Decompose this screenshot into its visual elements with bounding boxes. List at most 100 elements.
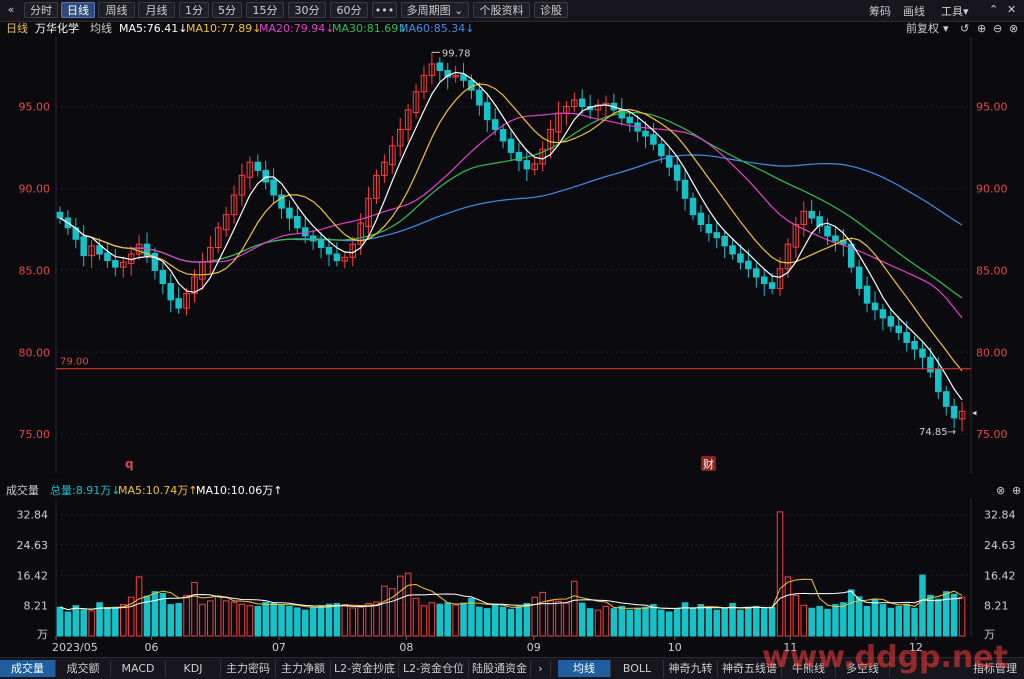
draw-button[interactable]: 画线 <box>903 3 925 19</box>
more-periods-button[interactable]: ••• <box>372 2 397 18</box>
volume-chart[interactable]: 32.84 32.8424.63 24.6316.42 16.428.21 8.21万万… <box>0 499 1024 656</box>
volume-bar <box>927 594 934 637</box>
volume-y-tick-left: 32.84 <box>17 509 49 522</box>
volume-close-icon[interactable]: ⊗ <box>996 482 1005 499</box>
volume-bar <box>301 609 309 637</box>
volume-bar <box>855 596 863 637</box>
volume-bar <box>507 608 515 637</box>
close-icon[interactable]: ✕ <box>1007 3 1016 16</box>
volume-bar <box>483 608 491 637</box>
volume-bar <box>539 591 546 637</box>
volume-bar <box>871 598 879 637</box>
collapse-icon[interactable]: ⌃ <box>989 3 998 16</box>
candle-body <box>919 348 926 358</box>
tab-yuexian[interactable]: 月线 <box>138 2 175 18</box>
candle-body <box>491 119 499 130</box>
tab-macd[interactable]: MACD <box>111 660 166 677</box>
volume-y-tick-left: 8.21 <box>24 600 49 613</box>
tab-60min[interactable]: 60分 <box>330 2 368 18</box>
candle-body <box>460 74 467 81</box>
volume-add-icon[interactable]: ⊕ <box>1012 482 1021 499</box>
back-button[interactable]: « <box>2 2 20 18</box>
volume-bar <box>745 607 752 637</box>
tab-main-net[interactable]: 主力净额 <box>276 660 331 677</box>
volume-bar <box>341 604 349 637</box>
volume-bar <box>626 609 633 637</box>
volume-bar <box>254 605 262 637</box>
candle-body <box>729 245 736 255</box>
candle-body <box>760 276 768 284</box>
zoom-out-icon[interactable]: ⊖ <box>993 21 1002 37</box>
tab-l2-position[interactable]: L2-资金仓位 <box>399 660 469 677</box>
stock-info-button[interactable]: 个股资料 <box>473 2 530 18</box>
tab-zhouxian[interactable]: 周线 <box>98 2 135 18</box>
volume-bar <box>571 580 578 637</box>
tab-boll[interactable]: BOLL <box>611 660 664 677</box>
tab-main-code[interactable]: 主力密码 <box>221 660 276 677</box>
scroll-right-icon[interactable]: › <box>531 660 551 677</box>
ma60-line <box>59 154 963 263</box>
tab-l2-bottom[interactable]: L2-资金抄底 <box>331 660 399 677</box>
tab-15min[interactable]: 15分 <box>246 2 284 18</box>
volume-bar <box>958 596 966 637</box>
volume-bar <box>721 607 728 637</box>
volume-bar <box>159 593 167 637</box>
reset-icon[interactable]: ↺ <box>960 21 969 37</box>
volume-chart-area[interactable]: 32.84 32.84 24.63 24.63 16.42 16.42 8.21 8.21 万万… <box>0 499 1024 656</box>
tab-ma[interactable]: 均线 <box>558 660 611 677</box>
tab-magic-nine[interactable]: 神奇九转 <box>664 660 718 677</box>
tab-turnover[interactable]: 成交额 <box>56 660 111 677</box>
volume-bar <box>610 608 618 637</box>
chips-button[interactable]: 筹码 <box>869 3 891 19</box>
candle-body <box>705 224 713 234</box>
tab-kdj[interactable]: KDJ <box>166 660 221 677</box>
candle-body <box>112 260 119 268</box>
x-tick-label: 09 <box>527 641 541 654</box>
volume-bar <box>468 597 475 637</box>
tab-hk-connect[interactable]: 陆股通资金 <box>469 660 531 677</box>
y-tick-label-right: 75.00 <box>976 428 1008 441</box>
tab-30min[interactable]: 30分 <box>288 2 326 18</box>
volume-bar <box>104 607 111 637</box>
price-chart[interactable]: 95.00 95.00 90.00 90.00 85.00 85.00 80.00 80.00… <box>0 37 1024 482</box>
candle-body <box>96 245 103 255</box>
candle-body <box>824 225 831 237</box>
tab-5min[interactable]: 5分 <box>212 2 242 18</box>
volume-bar <box>895 605 903 637</box>
y-tick-label-left: 95.00 <box>19 101 51 114</box>
volume-bar <box>286 605 293 637</box>
volume-bar <box>191 581 198 637</box>
ma60-value: MA60:85.34↓ <box>399 22 475 35</box>
multi-period-button[interactable]: 多周期图 ⌄ <box>401 2 469 18</box>
tab-volume[interactable]: 成交量 <box>0 660 56 677</box>
volume-bar <box>135 576 143 637</box>
zoom-in-icon[interactable]: ⊕ <box>977 21 986 37</box>
volume-bar <box>270 602 277 637</box>
candle-body <box>855 266 863 289</box>
adjust-dropdown-icon[interactable]: ▾ <box>943 21 949 37</box>
tab-rixian[interactable]: 日线 <box>61 2 95 18</box>
price-chart-area[interactable]: 95.00 95.00 90.00 90.00 85.00 85.00 80.00 80.00… <box>0 37 1024 487</box>
diagnose-button[interactable]: 诊股 <box>534 2 568 18</box>
close-indicator-icon[interactable]: ⊗ <box>1009 21 1018 37</box>
adjust-label[interactable]: 前复权 <box>906 21 939 37</box>
tab-fenshi[interactable]: 分时 <box>24 2 58 18</box>
watermark: www.ddgp.net <box>762 640 1008 675</box>
volume-bar <box>444 602 451 637</box>
volume-bar <box>278 604 285 637</box>
volume-bar <box>404 572 412 637</box>
candle-body <box>689 197 697 216</box>
tab-1min[interactable]: 1分 <box>179 2 209 18</box>
top-toolbar: « 分时 日线 周线 月线 1分 5分 15分 30分 60分 ••• 多周期图… <box>0 0 1024 22</box>
ma-label[interactable]: 均线 <box>90 21 112 37</box>
volume-bar <box>357 606 364 637</box>
x-tick-label: 07 <box>272 641 286 654</box>
volume-bar <box>309 606 317 637</box>
candle-body <box>753 268 760 278</box>
y-tick-label-left: 85.00 <box>19 264 51 277</box>
volume-ma5: MA5:10.74万↑ <box>118 484 198 497</box>
x-tick-label: 10 <box>668 641 682 654</box>
q-marker: q <box>125 457 134 471</box>
volume-bar <box>792 594 800 637</box>
tools-button[interactable]: 工具▾ <box>941 3 969 19</box>
